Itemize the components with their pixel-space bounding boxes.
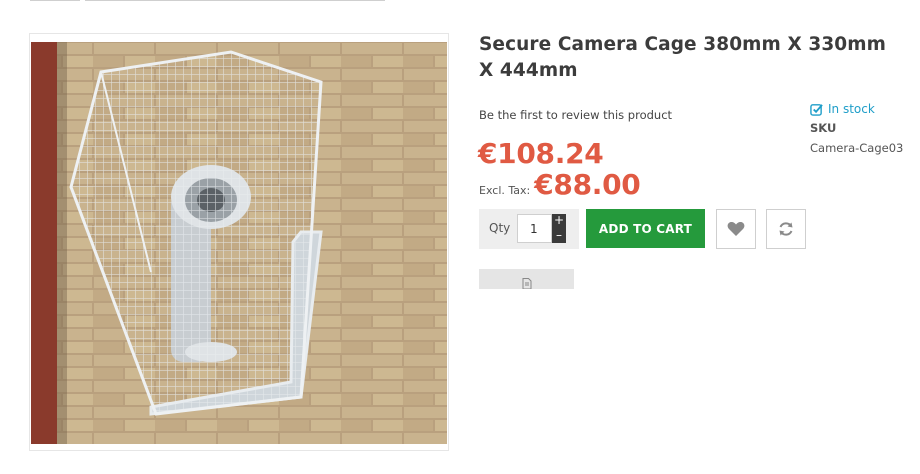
excl-tax-price-row: Excl. Tax: €88.00 <box>479 168 641 201</box>
stock-status: In stock <box>810 102 875 116</box>
compare-button[interactable] <box>766 209 806 249</box>
refresh-icon <box>779 222 793 236</box>
review-link[interactable]: Be the first to review this product <box>479 108 672 122</box>
quantity-input[interactable] <box>517 214 552 243</box>
quantity-box: Qty + – <box>479 209 579 249</box>
product-image-gallery[interactable] <box>29 33 449 451</box>
stock-text: In stock <box>828 102 875 116</box>
check-square-icon <box>810 103 823 116</box>
qty-label: Qty <box>489 221 511 235</box>
document-icon <box>522 278 531 289</box>
wishlist-button[interactable] <box>716 209 756 249</box>
product-extra-tab[interactable] <box>479 269 574 289</box>
qty-decrease-button[interactable]: – <box>552 228 566 243</box>
product-title: Secure Camera Cage 380mm X 330mm X 444mm <box>479 34 887 81</box>
product-image <box>31 42 447 444</box>
heart-icon <box>727 221 745 236</box>
add-to-cart-button[interactable]: ADD TO CART <box>586 209 705 248</box>
qty-increase-button[interactable]: + <box>552 214 566 229</box>
excl-tax-price: €88.00 <box>534 168 641 201</box>
product-price: €108.24 <box>478 137 604 170</box>
top-tab-strip <box>30 0 385 1</box>
sku-value: Camera-Cage03 <box>810 141 904 155</box>
excl-tax-label: Excl. Tax: <box>479 184 531 197</box>
sku-label: SKU <box>810 121 837 135</box>
